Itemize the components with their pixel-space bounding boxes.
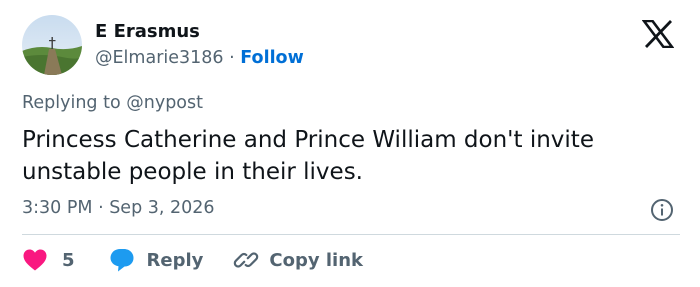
like-button[interactable]: 5	[22, 248, 75, 272]
reply-bubble-icon	[110, 249, 134, 272]
avatar[interactable]	[22, 15, 82, 75]
tweet-text: Princess Catherine and Prince William do…	[22, 127, 594, 185]
info-icon[interactable]	[650, 198, 674, 222]
tweet-timestamp[interactable]: 3:30 PM · Sep 3, 2026	[22, 198, 215, 218]
author-handle-row: @Elmarie3186 · Follow	[95, 48, 304, 68]
reply-context-mention[interactable]: @nypost	[126, 93, 203, 113]
x-logo-icon[interactable]	[642, 20, 674, 48]
action-bar: 5 Reply Copy link	[22, 246, 363, 274]
link-icon	[234, 252, 259, 268]
copy-link-label: Copy link	[269, 249, 363, 271]
author-handle[interactable]: @Elmarie3186	[95, 48, 224, 68]
separator-dot: ·	[229, 48, 235, 68]
author-name[interactable]: E Erasmus	[95, 21, 200, 42]
follow-button[interactable]: Follow	[240, 48, 303, 68]
heart-icon	[23, 249, 47, 271]
avatar-image	[22, 15, 82, 75]
divider	[22, 234, 680, 235]
copy-link-button[interactable]: Copy link	[233, 247, 363, 273]
like-count: 5	[62, 249, 75, 271]
reply-button[interactable]: Reply	[109, 247, 204, 273]
reply-context-prefix: Replying to	[22, 93, 121, 113]
reply-label: Reply	[146, 249, 204, 271]
reply-context: Replying to @nypost	[22, 93, 203, 113]
